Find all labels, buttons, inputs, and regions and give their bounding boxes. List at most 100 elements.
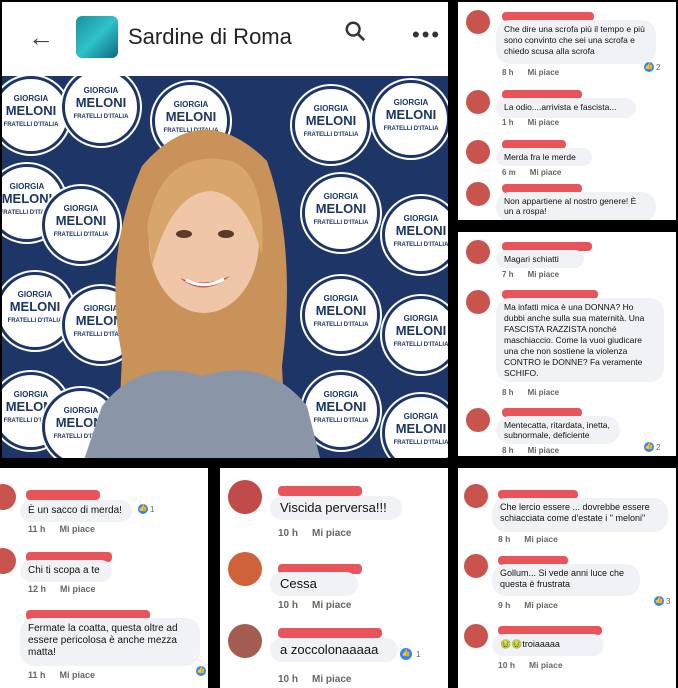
like-reaction-icon: 👍 [654, 596, 664, 606]
comment-bubble: Magari schiatti [496, 250, 584, 268]
avatar[interactable] [466, 240, 490, 264]
person-photo [84, 129, 320, 458]
comment-time: 11 h [28, 524, 46, 534]
comment-time: 1 h [502, 118, 514, 127]
comment-bubble: Ma infatti mica è una DONNA? Ho dubbi an… [496, 298, 664, 382]
like-link[interactable]: Mi piace [60, 524, 96, 534]
like-link[interactable]: Mi piace [528, 270, 560, 279]
search-icon[interactable] [344, 20, 366, 42]
like-link[interactable]: Mi piace [312, 600, 351, 611]
comments-panel-top-right: Che dire una scrofa più il tempo e più s… [458, 2, 676, 220]
avatar[interactable] [466, 90, 490, 114]
reaction-count: 2 [656, 443, 661, 452]
reaction-count: 2 [656, 63, 661, 72]
like-link[interactable]: Mi piace [312, 674, 351, 685]
like-link[interactable]: Mi piace [528, 388, 560, 397]
comment-time: 10 h [278, 674, 299, 685]
campaign-poster: GIORGIA MELONI FRATELLI D'ITALIA [2, 76, 70, 154]
avatar[interactable] [466, 182, 490, 206]
comment-time: 6 m [502, 168, 516, 177]
campaign-poster: GIORGIA MELONI FRATELLI D'ITALIA [382, 296, 448, 374]
comment-bubble: Merda fra le merde [496, 148, 592, 166]
like-link[interactable]: Mi piace [60, 670, 96, 680]
poster-text: MELONI [395, 223, 447, 238]
like-link[interactable]: Mi piace [528, 446, 560, 455]
avatar[interactable] [464, 484, 488, 508]
comment-bubble: È un sacco di merda! [20, 500, 132, 522]
comment-meta: 10 h Mi piace [278, 528, 365, 539]
comment-bubble: a zoccolonaaaaa [270, 638, 398, 662]
commenter-name[interactable] [26, 490, 100, 500]
poster-text: MELONI [385, 107, 437, 122]
more-icon[interactable]: ••• [412, 22, 441, 48]
avatar[interactable] [228, 552, 262, 586]
like-link[interactable]: Mi piace [528, 118, 560, 127]
like-link[interactable]: Mi piace [529, 660, 563, 670]
avatar[interactable] [0, 548, 16, 574]
avatar[interactable] [464, 624, 488, 648]
comment-meta: 7 h Mi piace [502, 270, 573, 279]
like-reaction-icon: 👍 [644, 62, 654, 72]
comment-bubble: 🤢🤢troiaaaaa [492, 634, 604, 656]
like-link[interactable]: Mi piace [312, 528, 351, 539]
like-link[interactable]: Mi piace [524, 534, 558, 544]
comment-meta: 10 h Mi piace [498, 660, 577, 670]
poster-text: MELONI [9, 299, 61, 314]
poster-text: FRATELLI D'ITALIA [393, 242, 448, 248]
like-reaction-icon: 👍 [400, 648, 412, 660]
avatar[interactable] [228, 480, 262, 514]
like-reaction-icon: 👍 [644, 442, 654, 452]
comment-time: 8 h [502, 446, 514, 455]
poster-text: FRATELLI D'ITALIA [7, 318, 63, 324]
comment-meta: 8 h Mi piace [502, 446, 573, 455]
avatar[interactable] [466, 140, 490, 164]
comment-bubble: Fermate la coatta, questa oltre ad esser… [20, 618, 200, 666]
poster-text: FRATELLI D'ITALIA [3, 122, 59, 128]
avatar[interactable] [464, 554, 488, 578]
poster-text: MELONI [395, 323, 447, 338]
avatar[interactable] [228, 624, 262, 658]
page-title[interactable]: Sardine di Roma [128, 24, 292, 50]
campaign-poster: GIORGIA MELONI FRATELLI D'ITALIA [2, 272, 74, 350]
page-avatar[interactable] [76, 16, 118, 58]
avatar[interactable] [466, 10, 490, 34]
comment-meta: 6 m Mi piace [502, 168, 575, 177]
comment-time: 9 h [498, 600, 511, 610]
comment-time: 8 h [502, 68, 514, 77]
arrow-left-icon[interactable]: ← [28, 22, 54, 53]
poster-text: FRATELLI D'ITALIA [383, 126, 439, 132]
like-link[interactable]: Mi piace [528, 68, 560, 77]
comment-bubble: Non appartiene al nostro genere! È un a … [496, 192, 656, 220]
like-link[interactable]: Mi piace [530, 168, 562, 177]
avatar[interactable] [466, 408, 490, 432]
poster-text: FRATELLI D'ITALIA [393, 440, 448, 446]
comment-bubble: La odio....arrivista e fascista... [496, 98, 636, 118]
campaign-poster: GIORGIA MELONI FRATELLI D'ITALIA [382, 394, 448, 458]
avatar[interactable] [0, 484, 16, 510]
post-photo[interactable]: GIORGIA MELONI FRATELLI D'ITALIA GIORGIA MEL… [2, 76, 448, 458]
comment-time: 11 h [28, 670, 46, 680]
comment-meta: 1 h Mi piace [502, 118, 573, 127]
comments-panel-bottom-left: È un sacco di merda! 👍 1 11 h Mi piace Ch… [0, 468, 208, 688]
comment-bubble: Cessa [270, 572, 358, 596]
avatar[interactable] [466, 290, 490, 314]
like-link[interactable]: Mi piace [60, 584, 96, 594]
comment-meta: 11 h Mi piace [28, 670, 109, 680]
comment-meta: 12 h Mi piace [28, 584, 110, 594]
comments-panel-mid-right: Magari schiatti 7 h Mi piace Ma infatti m… [458, 232, 676, 456]
poster-text: FRATELLI D'ITALIA [393, 342, 448, 348]
main-post-panel: ← Sardine di Roma ••• GIORGIA MELONI FRATE… [2, 2, 448, 458]
campaign-poster: GIORGIA MELONI FRATELLI D'ITALIA [382, 196, 448, 274]
comment-meta: 8 h Mi piace [502, 388, 573, 397]
comment-bubble: Chi ti scopa a te [20, 560, 112, 582]
like-link[interactable]: Mi piace [524, 600, 558, 610]
commenter-name[interactable] [278, 486, 362, 496]
comment-meta: 10 h Mi piace [278, 674, 365, 685]
comment-time: 10 h [278, 600, 299, 611]
like-reaction-icon: 👍 [196, 666, 206, 676]
poster-text: MELONI [5, 103, 57, 118]
reaction-count: 1 [416, 650, 421, 659]
commenter-name[interactable] [278, 628, 382, 638]
page-header: ← Sardine di Roma ••• [2, 2, 448, 76]
comment-time: 8 h [502, 388, 514, 397]
